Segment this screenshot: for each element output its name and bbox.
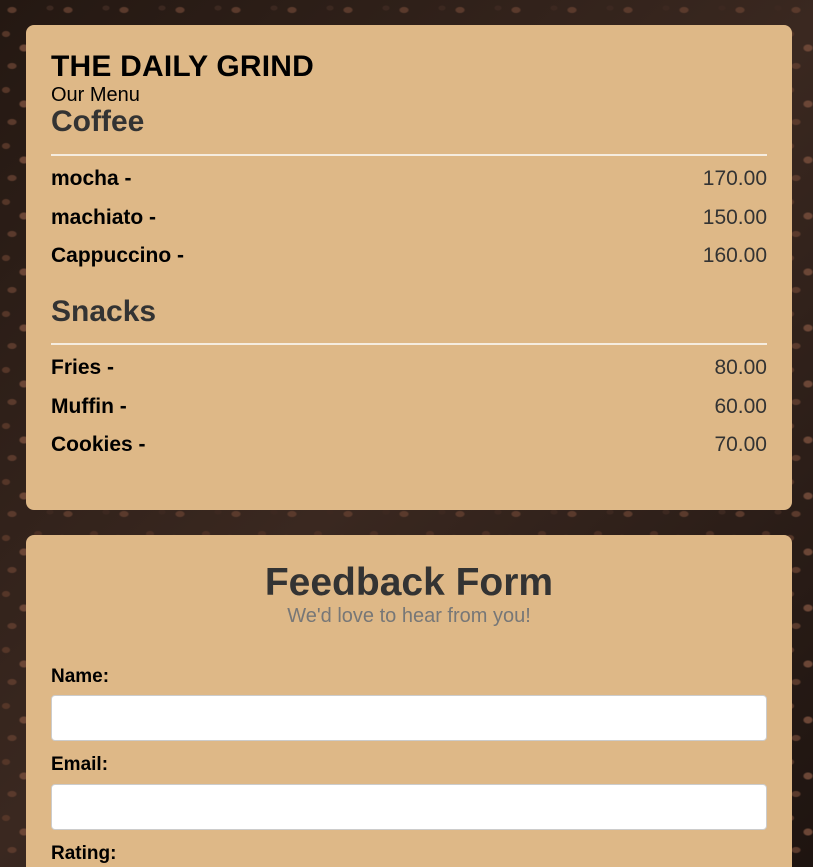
cafe-title: THE DAILY GRIND bbox=[51, 50, 315, 83]
item-price: 70.00 bbox=[714, 433, 767, 456]
name-label: Name: bbox=[51, 666, 110, 687]
menu-item: machiato - 150.00 bbox=[51, 206, 767, 236]
item-price: 170.00 bbox=[702, 167, 767, 190]
section-heading-snacks: Snacks bbox=[51, 295, 157, 328]
section-heading-coffee: Coffee bbox=[51, 105, 145, 138]
item-price: 160.00 bbox=[702, 244, 767, 267]
menu-item: Fries - 80.00 bbox=[51, 356, 767, 386]
item-name: Muffin - bbox=[51, 395, 127, 418]
item-name: Cappuccino - bbox=[51, 244, 185, 267]
feedback-form-title: Feedback Form bbox=[264, 561, 554, 604]
feedback-form-card: Feedback Form We'd love to hear from you… bbox=[26, 535, 792, 867]
item-name: Fries - bbox=[51, 356, 115, 379]
menu-item: mocha - 170.00 bbox=[51, 167, 767, 197]
menu-item: Muffin - 60.00 bbox=[51, 395, 767, 425]
name-input[interactable] bbox=[51, 695, 767, 741]
menu-item: Cookies - 70.00 bbox=[51, 433, 767, 463]
menu-item: Cappuccino - 160.00 bbox=[51, 244, 767, 274]
item-price: 60.00 bbox=[714, 395, 767, 418]
feedback-form-subtitle: We'd love to hear from you! bbox=[287, 605, 531, 627]
email-label: Email: bbox=[51, 754, 109, 775]
item-price: 150.00 bbox=[702, 206, 767, 229]
item-name: mocha - bbox=[51, 167, 132, 190]
divider bbox=[51, 154, 767, 156]
email-input[interactable] bbox=[51, 784, 767, 830]
item-name: Cookies - bbox=[51, 433, 146, 456]
rating-label: Rating: bbox=[51, 843, 117, 864]
item-price: 80.00 bbox=[714, 356, 767, 379]
menu-card: THE DAILY GRIND Our Menu Coffee mocha - … bbox=[26, 25, 792, 510]
item-name: machiato - bbox=[51, 206, 157, 229]
divider bbox=[51, 343, 767, 345]
menu-subtitle: Our Menu bbox=[51, 84, 140, 106]
